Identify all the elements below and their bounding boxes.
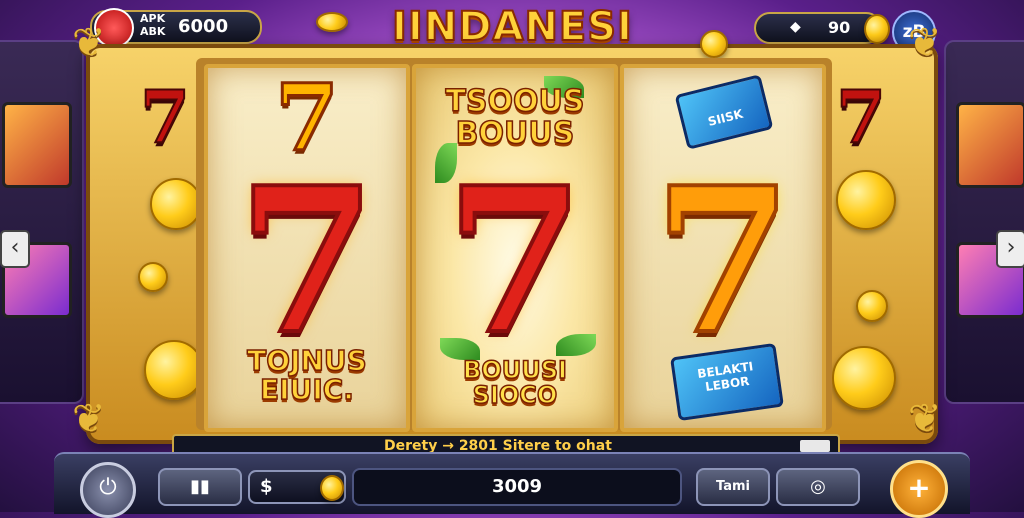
badge-line1: APK xyxy=(140,12,166,25)
reel-3-bottom-card-text: BELAKTI LEBOR xyxy=(696,359,755,395)
reel-3-top-card-text: SIISK xyxy=(706,106,745,129)
reel-3[interactable]: SIISK 7 BELAKTI LEBOR xyxy=(620,64,826,432)
reel-1-bottom-bonus: TOJNUS EIUIC. xyxy=(246,344,367,407)
badge-line2: ABK xyxy=(140,25,166,38)
mode-label: Tami xyxy=(716,479,750,494)
coin-decoration xyxy=(150,178,202,230)
reel-2-bottom-bonus: BOUUSI SIOCO xyxy=(462,356,567,410)
power-button[interactable]: ⏻ xyxy=(80,462,136,518)
bet-currency: $ xyxy=(260,476,273,497)
badge-value: 6000 xyxy=(178,16,229,37)
mode-button[interactable]: Tami xyxy=(696,468,770,506)
coin-balance-pill[interactable]: ◆ 90 xyxy=(754,12,890,44)
total-value: 3009 xyxy=(491,476,543,497)
side-symbol-left: 7 xyxy=(139,73,191,160)
coin-decoration xyxy=(836,170,896,230)
pause-button[interactable]: ▮▮ xyxy=(158,468,242,506)
coin-balance-value: 90 xyxy=(828,18,851,37)
frame-ornament-bottom-right: ❦ xyxy=(908,396,942,442)
frame-ornament-bottom-left: ❦ xyxy=(72,396,106,442)
message-meter xyxy=(800,440,830,452)
reel-3-top-card: SIISK xyxy=(674,74,774,150)
reel-2-center-seven: 7 xyxy=(443,144,586,379)
coin-icon xyxy=(320,475,344,501)
reel-1[interactable]: 7 7 TOJNUS EIUIC. xyxy=(204,64,410,432)
reel-2-top-bonus: TSOOUS BOUUS xyxy=(445,84,586,151)
autoplay-button[interactable]: ◎ xyxy=(776,468,860,506)
arcade-machine-left xyxy=(0,40,84,404)
frame-ornament-top-left: ❦ xyxy=(72,20,106,66)
coin-decoration xyxy=(144,340,204,400)
coin-decoration xyxy=(138,262,168,292)
total-display: 3009 xyxy=(352,468,682,506)
reel-1-center-seven: 7 xyxy=(235,144,378,379)
jackpot-badge[interactable]: APK ABK 6000 xyxy=(90,8,262,48)
reel-3-bottom-card: BELAKTI LEBOR xyxy=(670,342,784,422)
chevron-left-icon: ‹ xyxy=(10,235,20,260)
arcade-machine-right xyxy=(944,40,1024,404)
frame-ornament-top-right: ❦ xyxy=(908,20,942,66)
target-icon: ◎ xyxy=(810,476,826,497)
coin-icon xyxy=(864,14,890,44)
coin-decoration xyxy=(856,290,888,322)
bet-selector[interactable]: $ xyxy=(248,470,346,504)
coin-decoration xyxy=(700,30,728,58)
coin-decoration xyxy=(832,346,896,410)
coin-decoration xyxy=(316,12,348,32)
spin-plus-button[interactable]: + xyxy=(890,460,948,518)
next-arrow-button[interactable]: › xyxy=(996,230,1024,268)
reel-2[interactable]: TSOOUS BOUUS 7 BOUUSI SIOCO xyxy=(412,64,618,432)
plus-icon: + xyxy=(907,471,931,504)
power-icon: ⏻ xyxy=(99,475,117,500)
reel-3-center-seven: 7 xyxy=(651,144,794,379)
side-symbol-right: 7 xyxy=(835,73,887,160)
chevron-right-icon: › xyxy=(1006,235,1016,260)
diamond-icon: ◆ xyxy=(790,19,801,35)
pause-icon: ▮▮ xyxy=(190,476,210,497)
previous-arrow-button[interactable]: ‹ xyxy=(0,230,30,268)
